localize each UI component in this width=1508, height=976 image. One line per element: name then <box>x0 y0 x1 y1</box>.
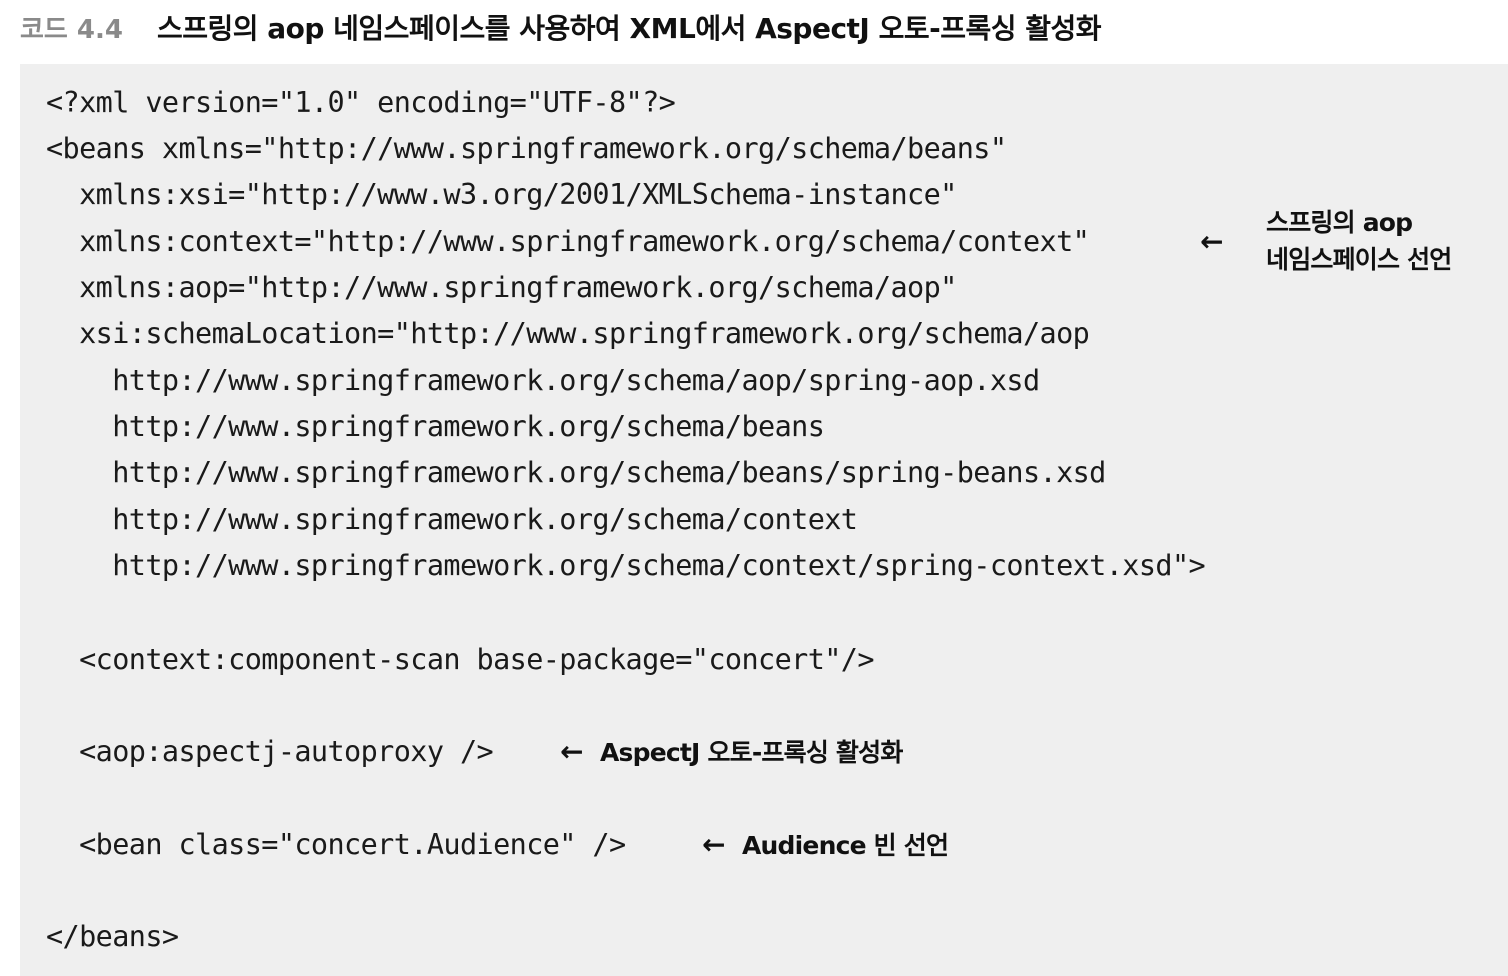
namespace-annotation-line2: 네임스페이스 선언 <box>1266 245 1452 274</box>
namespace-annotation: 스프링의 aop 네임스페이스 선언 <box>1266 204 1452 278</box>
code-line: <aop:aspectj-autoproxy /> <box>46 735 494 768</box>
code-line: <beans xmlns="http://www.springframework… <box>46 132 1007 165</box>
code-line: xsi:schemaLocation="http://www.springfra… <box>46 317 1090 350</box>
code-line: http://www.springframework.org/schema/be… <box>46 456 1106 489</box>
left-arrow-icon: ← <box>1200 225 1224 258</box>
left-arrow-icon: ← <box>702 828 726 861</box>
code-line: xmlns:aop="http://www.springframework.or… <box>46 271 957 304</box>
code-line: <context:component-scan base-package="co… <box>46 643 874 676</box>
listing-title: 코드 4.4 스프링의 aop 네임스페이스를 사용하여 XML에서 Aspec… <box>20 6 1102 48</box>
code-line: http://www.springframework.org/schema/co… <box>46 503 858 536</box>
code-line: <?xml version="1.0" encoding="UTF-8"?> <box>46 86 676 119</box>
listing-number: 코드 4.4 <box>20 14 123 45</box>
code-line: <bean class="concert.Audience" /> <box>46 828 626 861</box>
left-arrow-icon: ← <box>560 735 584 768</box>
autoproxy-annotation: AspectJ 오토-프록싱 활성화 <box>600 738 903 767</box>
code-line: http://www.springframework.org/schema/ao… <box>46 364 1040 397</box>
code-line: xmlns:xsi="http://www.w3.org/2001/XMLSch… <box>46 178 957 211</box>
namespace-annotation-line1: 스프링의 aop <box>1266 208 1413 237</box>
audience-annotation: Audience 빈 선언 <box>742 831 949 860</box>
code-line: http://www.springframework.org/schema/be… <box>46 410 825 443</box>
code-line: </beans> <box>46 920 179 953</box>
code-line: xmlns:context="http://www.springframewor… <box>46 225 1090 258</box>
code-line: http://www.springframework.org/schema/co… <box>46 549 1206 582</box>
listing-caption: 스프링의 aop 네임스페이스를 사용하여 XML에서 AspectJ 오토-프… <box>156 12 1102 45</box>
